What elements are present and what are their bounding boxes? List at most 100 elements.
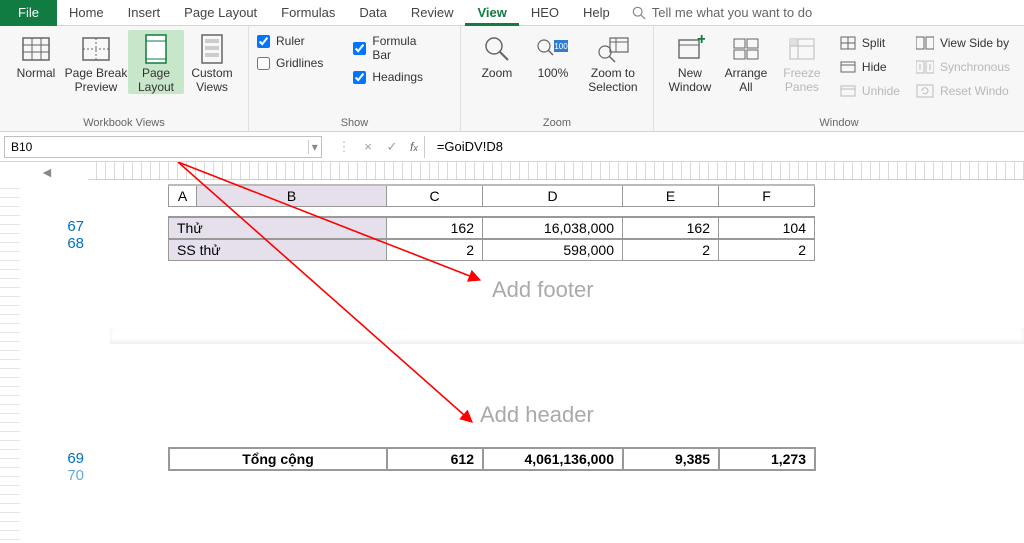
zoom-selection-icon xyxy=(596,34,630,64)
page-break-icon xyxy=(81,34,111,64)
row-num[interactable]: 69 xyxy=(24,450,84,467)
row-numbers-top[interactable]: 67 68 xyxy=(24,218,84,252)
custom-views-button[interactable]: Custom Views xyxy=(184,30,240,94)
freeze-panes-label: Freeze Panes xyxy=(774,66,830,94)
col-b[interactable]: B xyxy=(197,185,387,207)
side-by-side-label: View Side by xyxy=(940,36,1009,50)
tab-page-layout[interactable]: Page Layout xyxy=(172,0,269,26)
row-num[interactable]: 70 xyxy=(24,467,84,484)
unhide-icon xyxy=(840,83,856,99)
cell[interactable]: SS thử xyxy=(169,239,387,261)
cancel-edit-icon[interactable]: × xyxy=(356,139,380,154)
search-icon xyxy=(632,6,646,20)
hide-label: Hide xyxy=(862,60,887,74)
col-d[interactable]: D xyxy=(483,185,623,207)
data-table-top[interactable]: Thử 162 16,038,000 162 104 SS thử 2 598,… xyxy=(168,216,815,261)
tab-data[interactable]: Data xyxy=(347,0,398,26)
zoom-100-icon: 100 xyxy=(536,34,570,64)
new-window-icon: + xyxy=(675,34,705,64)
new-window-label: New Window xyxy=(662,66,718,94)
cell[interactable]: Tổng cộng xyxy=(169,448,387,470)
cell[interactable]: 162 xyxy=(623,217,719,239)
zoom-button[interactable]: Zoom xyxy=(469,30,525,80)
page-break-preview-button[interactable]: Page Break Preview xyxy=(64,30,128,94)
formula-bar-label: Formula Bar xyxy=(372,34,434,62)
view-side-by-side-button[interactable]: View Side by xyxy=(910,32,1016,54)
formula-bar-checkbox[interactable]: Formula Bar xyxy=(353,34,434,62)
add-footer-placeholder[interactable]: Add footer xyxy=(492,277,594,303)
freeze-panes-icon xyxy=(787,34,817,64)
col-f[interactable]: F xyxy=(719,185,815,207)
gridlines-label: Gridlines xyxy=(276,56,323,70)
tab-insert[interactable]: Insert xyxy=(116,0,173,26)
normal-view-button[interactable]: Normal xyxy=(8,30,64,80)
svg-text:100: 100 xyxy=(554,42,568,51)
split-icon xyxy=(840,35,856,51)
cell[interactable]: 598,000 xyxy=(483,239,623,261)
zoom-selection-label: Zoom to Selection xyxy=(581,66,645,94)
tell-me-search[interactable]: Tell me what you want to do xyxy=(632,5,812,20)
cell[interactable]: Thử xyxy=(169,217,387,239)
page-break-label: Page Break Preview xyxy=(64,66,128,94)
page-layout-button[interactable]: Page Layout xyxy=(128,30,184,94)
col-c[interactable]: C xyxy=(387,185,483,207)
hide-icon xyxy=(840,59,856,75)
reset-window-icon xyxy=(916,84,934,98)
data-table-bottom[interactable]: Tổng cộng 612 4,061,136,000 9,385 1,273 xyxy=(168,447,816,471)
cell[interactable]: 2 xyxy=(719,239,815,261)
row-num[interactable]: 68 xyxy=(24,235,84,252)
column-headers[interactable]: A B C D E F xyxy=(168,184,815,207)
page-break-gap xyxy=(110,344,1024,346)
zoom-100-button[interactable]: 100 100% xyxy=(525,30,581,80)
row-num[interactable]: 67 xyxy=(24,218,84,235)
name-box-dropdown-icon[interactable]: ▾ xyxy=(308,140,321,154)
cell[interactable]: 162 xyxy=(387,217,483,239)
new-window-button[interactable]: + New Window xyxy=(662,30,718,94)
ruler-checkbox[interactable]: Ruler xyxy=(257,34,323,48)
unhide-button: Unhide xyxy=(834,80,906,102)
add-header-placeholder[interactable]: Add header xyxy=(480,402,594,428)
gridlines-checkbox[interactable]: Gridlines xyxy=(257,56,323,70)
cell[interactable]: 612 xyxy=(387,448,483,470)
cell[interactable]: 2 xyxy=(387,239,483,261)
options-icon[interactable]: ⋮ xyxy=(332,139,356,155)
tab-view[interactable]: View xyxy=(465,0,518,26)
file-tab[interactable]: File xyxy=(0,0,57,26)
fx-icon[interactable]: fx xyxy=(410,140,418,154)
name-box[interactable]: ▾ xyxy=(4,136,322,158)
arrange-all-button[interactable]: Arrange All xyxy=(718,30,774,94)
cell[interactable]: 4,061,136,000 xyxy=(483,448,623,470)
cell[interactable]: 104 xyxy=(719,217,815,239)
tab-review[interactable]: Review xyxy=(399,0,466,26)
hide-button[interactable]: Hide xyxy=(834,56,906,78)
vertical-ruler xyxy=(0,180,20,543)
tell-me-label: Tell me what you want to do xyxy=(652,5,812,20)
col-a[interactable]: A xyxy=(169,185,197,207)
tab-home[interactable]: Home xyxy=(57,0,116,26)
cell[interactable]: 16,038,000 xyxy=(483,217,623,239)
accept-edit-icon[interactable]: ✓ xyxy=(380,139,404,155)
name-box-input[interactable] xyxy=(5,140,308,154)
col-e[interactable]: E xyxy=(623,185,719,207)
group-label-workbook-views: Workbook Views xyxy=(8,115,240,131)
cell[interactable]: 1,273 xyxy=(719,448,815,470)
cell[interactable]: 9,385 xyxy=(623,448,719,470)
tab-formulas[interactable]: Formulas xyxy=(269,0,347,26)
row-numbers-bottom[interactable]: 69 70 xyxy=(24,450,84,484)
zoom-selection-button[interactable]: Zoom to Selection xyxy=(581,30,645,94)
headings-checkbox[interactable]: Headings xyxy=(353,70,434,84)
headings-label: Headings xyxy=(372,70,423,84)
svg-text:+: + xyxy=(697,34,705,48)
tab-heo[interactable]: HEO xyxy=(519,0,571,26)
reset-window-label: Reset Windo xyxy=(940,84,1009,98)
custom-views-label: Custom Views xyxy=(184,66,240,94)
freeze-panes-button: Freeze Panes xyxy=(774,30,830,94)
zoom-icon xyxy=(482,34,512,64)
cell[interactable]: 2 xyxy=(623,239,719,261)
zoom-100-label: 100% xyxy=(525,66,581,80)
ruler-label: Ruler xyxy=(276,34,305,48)
formula-input[interactable] xyxy=(431,138,731,155)
normal-view-label: Normal xyxy=(8,66,64,80)
split-button[interactable]: Split xyxy=(834,32,906,54)
tab-help[interactable]: Help xyxy=(571,0,622,26)
